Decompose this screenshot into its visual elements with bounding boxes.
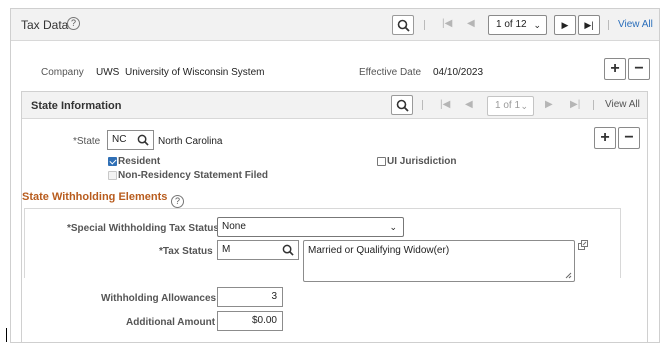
first-row-icon: |◀ xyxy=(440,99,451,110)
previous-row-icon: ◀ xyxy=(467,18,475,29)
add-row-button[interactable]: + xyxy=(604,58,626,80)
resident-label: Resident xyxy=(118,156,161,167)
tax-status-label: *Tax Status xyxy=(159,246,213,257)
ui-jurisdiction-label: UI Jurisdiction xyxy=(387,156,457,167)
page-title: Tax Data xyxy=(21,18,69,32)
first-row-icon: |◀ xyxy=(442,18,453,29)
pager-text: 1 of 1 xyxy=(495,100,521,111)
ui-jurisdiction-checkbox[interactable] xyxy=(377,157,386,166)
row-pager-select[interactable]: 1 of 12 ⌄ xyxy=(488,15,547,35)
special-withholding-value: None xyxy=(222,221,246,232)
expand-text-icon[interactable] xyxy=(578,240,589,251)
separator xyxy=(424,20,425,30)
non-residency-checkbox[interactable] xyxy=(108,171,117,180)
resident-checkbox[interactable] xyxy=(108,157,117,166)
tax-data-panel: Tax Data ? |◀ ◀ 1 of 12 ⌄ ▶ ▶| View All … xyxy=(10,8,660,343)
next-row-icon: ▶ xyxy=(545,99,553,110)
state-code: NC xyxy=(112,134,127,145)
effective-date-value: 04/10/2023 xyxy=(433,67,484,78)
delete-state-button[interactable]: − xyxy=(618,127,640,149)
state-information-header: State Information |◀ ◀ 1 of 1 ⌄ ▶ ▶| Vie… xyxy=(22,92,647,119)
search-button[interactable] xyxy=(392,15,414,35)
help-icon[interactable]: ? xyxy=(67,17,80,30)
last-row-icon: ▶| xyxy=(570,99,581,110)
previous-row-icon: ◀ xyxy=(465,99,473,110)
company-name: University of Wisconsin System xyxy=(125,67,265,78)
chevron-down-icon: ⌄ xyxy=(520,101,528,111)
state-search-button[interactable] xyxy=(391,95,413,115)
tax-data-header: Tax Data ? |◀ ◀ 1 of 12 ⌄ ▶ ▶| View All xyxy=(11,9,659,41)
tax-status-code: M xyxy=(222,244,231,255)
withholding-allowances-label: Withholding Allowances xyxy=(101,293,217,304)
tax-status-description[interactable]: Married or Qualifying Widow(er) xyxy=(303,240,575,282)
resize-handle-icon[interactable] xyxy=(565,272,572,279)
separator xyxy=(608,20,609,30)
state-view-all-link[interactable]: View All xyxy=(605,99,640,110)
search-icon[interactable] xyxy=(137,134,149,146)
state-pager-select[interactable]: 1 of 1 ⌄ xyxy=(487,96,534,116)
withholding-elements-title: State Withholding Elements xyxy=(22,191,168,203)
separator xyxy=(593,100,594,110)
chevron-down-icon: ⌄ xyxy=(533,20,541,30)
company-code: UWS xyxy=(96,67,120,78)
view-all-link[interactable]: View All xyxy=(618,19,653,30)
search-icon xyxy=(397,19,410,32)
non-residency-label: Non-Residency Statement Filed xyxy=(118,170,269,181)
special-withholding-label: *Special Withholding Tax Status xyxy=(67,223,219,234)
state-name: North Carolina xyxy=(158,136,223,147)
help-icon[interactable]: ? xyxy=(171,195,184,208)
search-icon xyxy=(396,99,409,112)
pager-text: 1 of 12 xyxy=(496,19,527,30)
search-icon[interactable] xyxy=(282,244,294,256)
next-row-button[interactable]: ▶ xyxy=(554,15,576,35)
state-information-title: State Information xyxy=(31,100,122,112)
text-cursor xyxy=(6,328,7,342)
state-input[interactable]: NC xyxy=(107,130,154,150)
additional-amount-input[interactable]: $0.00 xyxy=(217,311,283,331)
additional-amount-label: Additional Amount xyxy=(126,317,216,328)
add-state-button[interactable]: + xyxy=(594,127,616,149)
tax-status-description-text: Married or Qualifying Widow(er) xyxy=(308,245,450,256)
withholding-allowances-input[interactable]: 3 xyxy=(217,287,283,307)
separator xyxy=(422,100,423,110)
state-label: *State xyxy=(73,136,101,147)
company-label: Company xyxy=(41,67,84,78)
effective-date-label: Effective Date xyxy=(359,67,422,78)
special-withholding-select[interactable]: None ⌄ xyxy=(217,217,404,237)
chevron-down-icon: ⌄ xyxy=(389,222,397,232)
tax-status-input[interactable]: M xyxy=(217,240,299,260)
last-row-button[interactable]: ▶| xyxy=(578,15,600,35)
delete-row-button[interactable]: − xyxy=(628,58,650,80)
